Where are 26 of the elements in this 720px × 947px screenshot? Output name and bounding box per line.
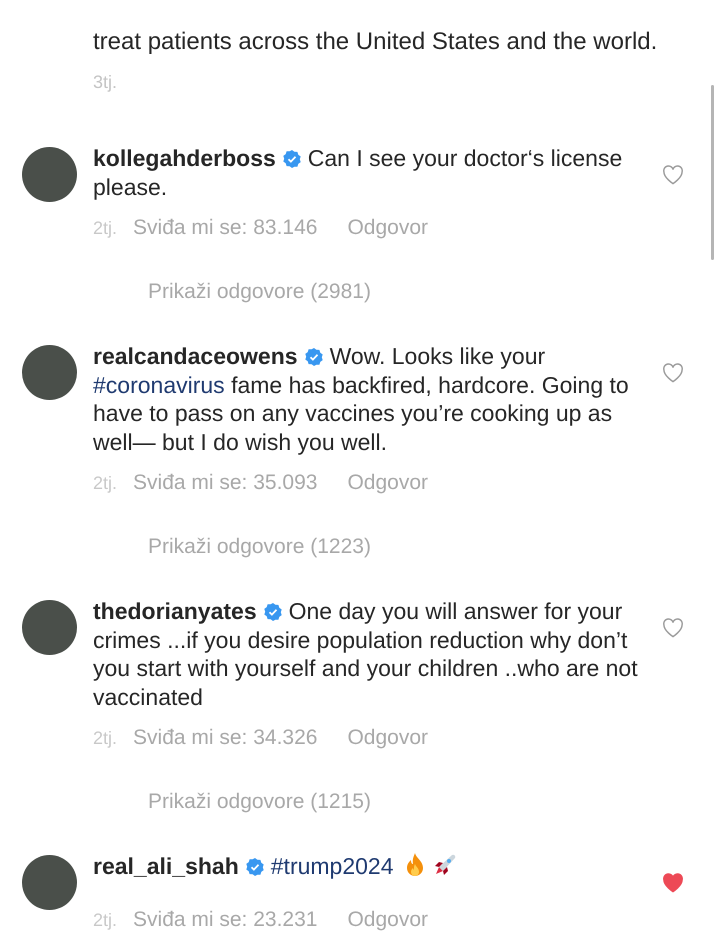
like-count: Sviđa mi se: 83.146	[133, 216, 318, 240]
comment-text: thedorianyates One day you will answer for your crimes ...if you desire population reduction why don’t you start with yourself and your children ..who are not vaccinated	[93, 597, 639, 711]
username-link[interactable]: real_ali_shah	[93, 853, 239, 879]
comment-text: treat patients across the United States and the world.	[93, 28, 658, 56]
like-count: Sviđa mi se: 23.231	[133, 908, 318, 932]
heart-icon[interactable]	[662, 363, 684, 383]
heart-icon[interactable]	[662, 873, 684, 893]
view-replies-button[interactable]: Prikaži odgovore (1215)	[148, 790, 371, 814]
comment-text: realcandaceowens Wow. Looks like your #coronavirus fame has backfired, hardcore. Going to have to pass on any vaccines you’re cooking up as well— but I do wish you well.	[93, 342, 630, 456]
reply-button[interactable]: Odgovor	[347, 471, 428, 495]
reply-button[interactable]: Odgovor	[347, 908, 428, 932]
like-count: Sviđa mi se: 34.326	[133, 726, 318, 750]
username-link[interactable]: kollegahderboss	[93, 145, 276, 171]
view-replies-button[interactable]: Prikaži odgovore (1223)	[148, 535, 371, 559]
hashtag-link[interactable]: #coronavirus	[93, 372, 225, 398]
like-count: Sviđa mi se: 35.093	[133, 471, 318, 495]
username-link[interactable]: thedorianyates	[93, 598, 257, 624]
reply-button[interactable]: Odgovor	[347, 726, 428, 750]
view-replies-button[interactable]: Prikaži odgovore (2981)	[148, 280, 371, 304]
username-link[interactable]: realcandaceowens	[93, 343, 298, 369]
hashtag-link[interactable]: #trump2024	[270, 853, 394, 879]
reply-button[interactable]: Odgovor	[347, 216, 428, 240]
comment-time: 3tj.	[93, 72, 118, 92]
heart-icon[interactable]	[662, 165, 684, 185]
comment-text: kollegahderboss Can I see your doctor‘s license please.	[93, 144, 624, 201]
heart-icon[interactable]	[662, 618, 684, 638]
